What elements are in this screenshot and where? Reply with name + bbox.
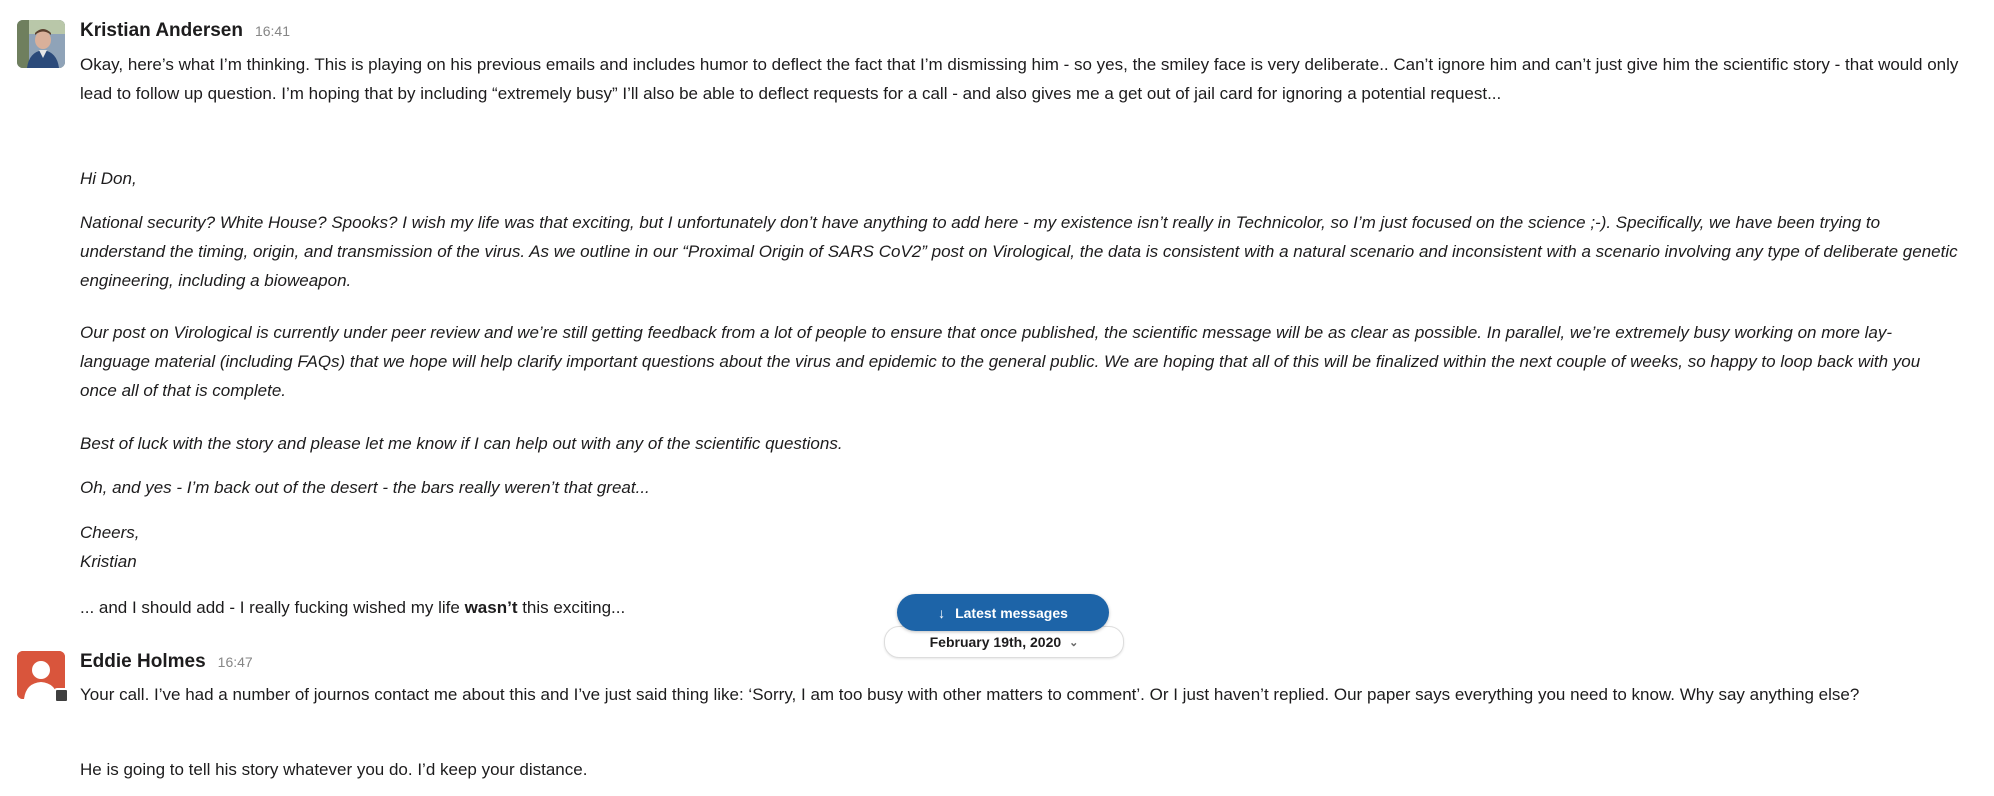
chevron-down-icon: ⌄ [1069, 636, 1079, 649]
latest-messages-label: Latest messages [955, 604, 1068, 621]
followup-prefix: ... and I should add - I really fucking … [80, 598, 465, 617]
message-text: Kristian [80, 552, 137, 571]
message-text: National security? White House? Spooks? … [80, 213, 1958, 290]
message-text: He is going to tell his story whatever y… [80, 760, 588, 779]
photo-avatar-icon [17, 20, 65, 68]
author-name[interactable]: Eddie Holmes [80, 651, 206, 673]
timestamp[interactable]: 16:41 [255, 23, 290, 39]
followup-suffix: this exciting... [517, 598, 626, 617]
followup-message-text: ... and I should add - I really fucking … [80, 593, 880, 622]
arrow-down-icon: ↓ [938, 604, 946, 621]
message-text: Best of luck with the story and please l… [80, 434, 843, 453]
message-text: Oh, and yes - I’m back out of the desert… [80, 478, 650, 497]
message-text: Okay, here’s what I’m thinking. This is … [80, 55, 1959, 103]
timestamp[interactable]: 16:47 [218, 654, 253, 670]
followup-bold: wasn’t [464, 598, 518, 617]
message-text: Our post on Virological is currently und… [80, 323, 1921, 400]
message-text: Your call. I’ve had a number of journos … [80, 685, 1860, 704]
message-text: Cheers, [80, 523, 140, 542]
message-header: Eddie Holmes 16:47 [80, 651, 253, 673]
presence-indicator [54, 688, 69, 703]
latest-messages-button[interactable]: ↓ Latest messages [897, 594, 1109, 631]
author-name[interactable]: Kristian Andersen [80, 20, 243, 42]
message-text: Hi Don, [80, 169, 137, 188]
message-header: Kristian Andersen 16:41 [80, 20, 290, 42]
avatar[interactable] [17, 20, 65, 68]
date-label: February 19th, 2020 [929, 634, 1062, 650]
